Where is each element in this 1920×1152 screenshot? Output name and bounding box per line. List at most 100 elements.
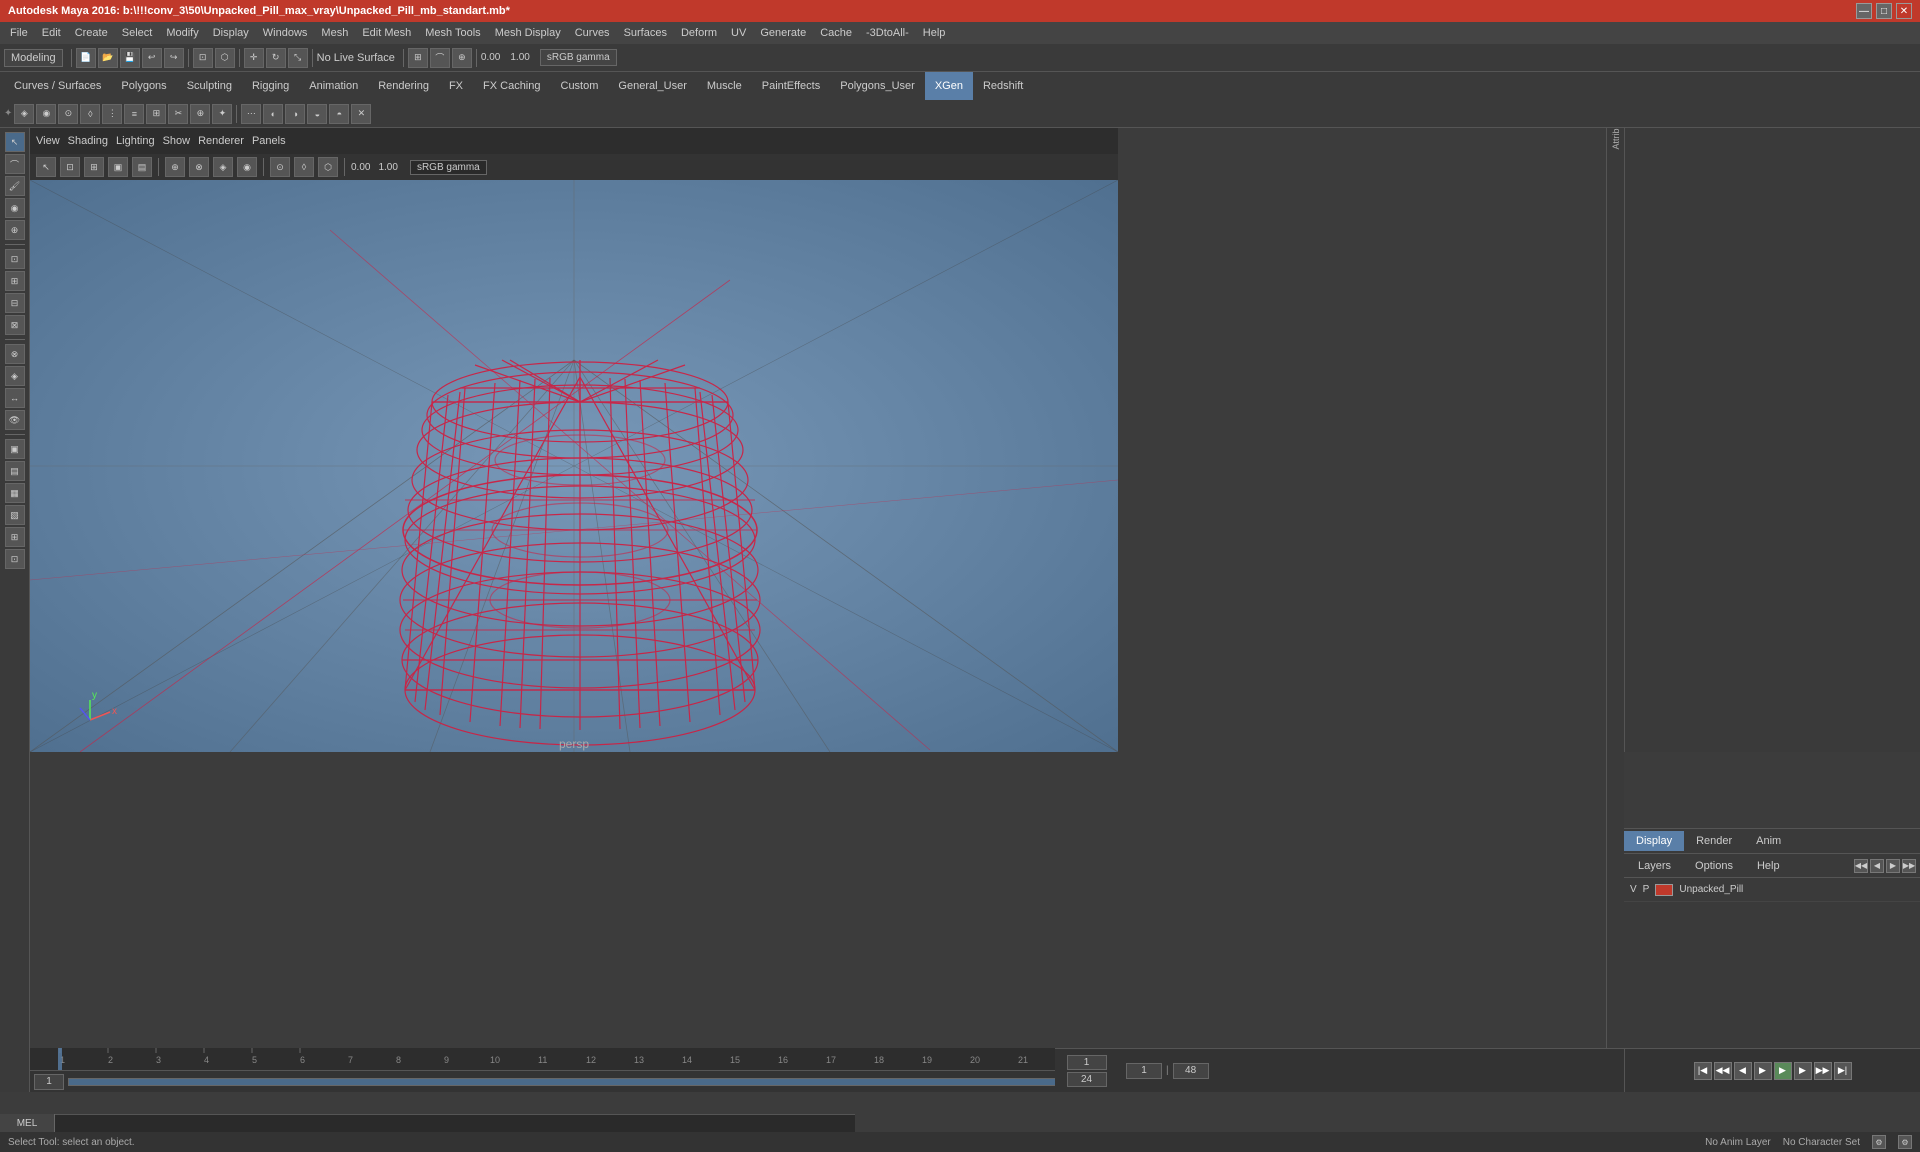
next-key-btn[interactable]: ▶▶ [1814, 1062, 1832, 1080]
layer-name[interactable]: Unpacked_Pill [1679, 884, 1743, 895]
sculpt-btn[interactable]: ◉ [5, 198, 25, 218]
new-scene-btn[interactable]: 📄 [76, 48, 96, 68]
vp-menu-renderer[interactable]: Renderer [198, 135, 244, 147]
tab-general-user[interactable]: General_User [608, 72, 696, 100]
xgen-tool6[interactable]: ≡ [124, 104, 144, 124]
layer-nav-right[interactable]: ▶▶ [1902, 859, 1916, 873]
close-button[interactable]: ✕ [1896, 3, 1912, 19]
paint-btn[interactable]: 🖌 [5, 176, 25, 196]
tab-rendering[interactable]: Rendering [368, 72, 439, 100]
xgen-tool13[interactable]: ◑ [285, 104, 305, 124]
tab-render[interactable]: Render [1684, 831, 1744, 851]
select-tool-btn[interactable]: ↖ [5, 132, 25, 152]
tab-xgen[interactable]: XGen [925, 72, 973, 100]
lasso-btn[interactable]: ⬡ [215, 48, 235, 68]
prev-frame-btn[interactable]: ◀ [1734, 1062, 1752, 1080]
vp-tool7[interactable]: ⊗ [189, 157, 209, 177]
layer-nav-left[interactable]: ◀◀ [1854, 859, 1868, 873]
xgen-tool9[interactable]: ⊕ [190, 104, 210, 124]
snap-btn[interactable]: ⊗ [5, 344, 25, 364]
select-mode-btn[interactable]: ⊡ [193, 48, 213, 68]
vp-tool9[interactable]: ◉ [237, 157, 257, 177]
range-slider[interactable] [68, 1078, 1080, 1086]
tab-polygons[interactable]: Polygons [111, 72, 176, 100]
vp-tool6[interactable]: ⊕ [165, 157, 185, 177]
tab-fx[interactable]: FX [439, 72, 473, 100]
vp-tool8[interactable]: ◈ [213, 157, 233, 177]
render-btn1[interactable]: ▣ [5, 439, 25, 459]
menu-item-modify[interactable]: Modify [160, 25, 204, 41]
menu-item-help[interactable]: Help [917, 25, 952, 41]
vp-tool12[interactable]: ⬡ [318, 157, 338, 177]
options-tab[interactable]: Options [1685, 857, 1743, 875]
tab-paint-effects[interactable]: PaintEffects [752, 72, 831, 100]
menu-item-edit[interactable]: Edit [36, 25, 67, 41]
xgen-tool8[interactable]: ✂ [168, 104, 188, 124]
menu-item-windows[interactable]: Windows [257, 25, 314, 41]
mel-label[interactable]: MEL [0, 1114, 55, 1132]
vp-tool11[interactable]: ◊ [294, 157, 314, 177]
frame-total-input[interactable] [1173, 1063, 1209, 1079]
vp-value2[interactable]: 1.00 [378, 162, 397, 173]
lasso-tool-btn[interactable]: ⌒ [5, 154, 25, 174]
xgen-tool7[interactable]: ⊞ [146, 104, 166, 124]
skip-start-btn[interactable]: |◀ [1694, 1062, 1712, 1080]
gamma-dropdown[interactable]: sRGB gamma [540, 49, 617, 66]
layer-nav-prev[interactable]: ◀ [1870, 859, 1884, 873]
vp-tool2[interactable]: ⊡ [60, 157, 80, 177]
vp-menu-view[interactable]: View [36, 135, 60, 147]
xgen-tool11[interactable]: ⋯ [241, 104, 261, 124]
render-btn4[interactable]: ▧ [5, 505, 25, 525]
xgen-tool15[interactable]: ◓ [329, 104, 349, 124]
vp-tool1[interactable]: ↖ [36, 157, 56, 177]
vp-tool4[interactable]: ▣ [108, 157, 128, 177]
menu-item-create[interactable]: Create [69, 25, 114, 41]
rotate-btn[interactable]: ↻ [266, 48, 286, 68]
menu-item-uv[interactable]: UV [725, 25, 752, 41]
vp-tool3[interactable]: ⊞ [84, 157, 104, 177]
workspace-dropdown[interactable]: Modeling [4, 49, 63, 67]
open-scene-btn[interactable]: 📂 [98, 48, 118, 68]
layout-btn4[interactable]: ⊠ [5, 315, 25, 335]
extra-btn2[interactable]: ⊡ [5, 549, 25, 569]
vp-menu-panels[interactable]: Panels [252, 135, 286, 147]
render-btn2[interactable]: ▤ [5, 461, 25, 481]
minimize-button[interactable]: — [1856, 3, 1872, 19]
redo-btn[interactable]: ↪ [164, 48, 184, 68]
vp-gamma[interactable]: sRGB gamma [410, 160, 487, 175]
viewport-3d[interactable]: x y persp [30, 180, 1118, 752]
bottom-frame-input1[interactable] [1067, 1055, 1107, 1070]
render-btn3[interactable]: ▦ [5, 483, 25, 503]
next-frame-btn[interactable]: ▶ [1794, 1062, 1812, 1080]
play-fwd-btn[interactable]: ▶ [1774, 1062, 1792, 1080]
char-settings-btn[interactable]: ⚙ [1898, 1135, 1912, 1149]
move-btn[interactable]: ✛ [244, 48, 264, 68]
soft-select-btn[interactable]: ◈ [5, 366, 25, 386]
undo-btn[interactable]: ↩ [142, 48, 162, 68]
menu-item-3dtoall[interactable]: -3DtoAll- [860, 25, 915, 41]
tab-rigging[interactable]: Rigging [242, 72, 299, 100]
visibility-btn[interactable]: 👁 [5, 410, 25, 430]
tab-custom[interactable]: Custom [551, 72, 609, 100]
menu-item-curves[interactable]: Curves [569, 25, 616, 41]
xgen-tool14[interactable]: ◒ [307, 104, 327, 124]
tab-sculpting[interactable]: Sculpting [177, 72, 242, 100]
xgen-tool16[interactable]: ✕ [351, 104, 371, 124]
menu-item-deform[interactable]: Deform [675, 25, 723, 41]
current-frame-input[interactable] [1126, 1063, 1162, 1079]
menu-item-file[interactable]: File [4, 25, 34, 41]
prev-key-btn[interactable]: ◀◀ [1714, 1062, 1732, 1080]
xgen-tool1[interactable]: ◈ [14, 104, 34, 124]
vp-menu-show[interactable]: Show [163, 135, 191, 147]
tab-redshift[interactable]: Redshift [973, 72, 1033, 100]
menu-item-display[interactable]: Display [207, 25, 255, 41]
layout-btn3[interactable]: ⊟ [5, 293, 25, 313]
tab-fx-caching[interactable]: FX Caching [473, 72, 550, 100]
move-pivot-btn[interactable]: ⊕ [5, 220, 25, 240]
layout-btn1[interactable]: ⊡ [5, 249, 25, 269]
vp-menu-shading[interactable]: Shading [68, 135, 108, 147]
menu-item-generate[interactable]: Generate [754, 25, 812, 41]
play-back-btn[interactable]: ▶ [1754, 1062, 1772, 1080]
xgen-tool3[interactable]: ⊙ [58, 104, 78, 124]
menu-item-edit-mesh[interactable]: Edit Mesh [356, 25, 417, 41]
